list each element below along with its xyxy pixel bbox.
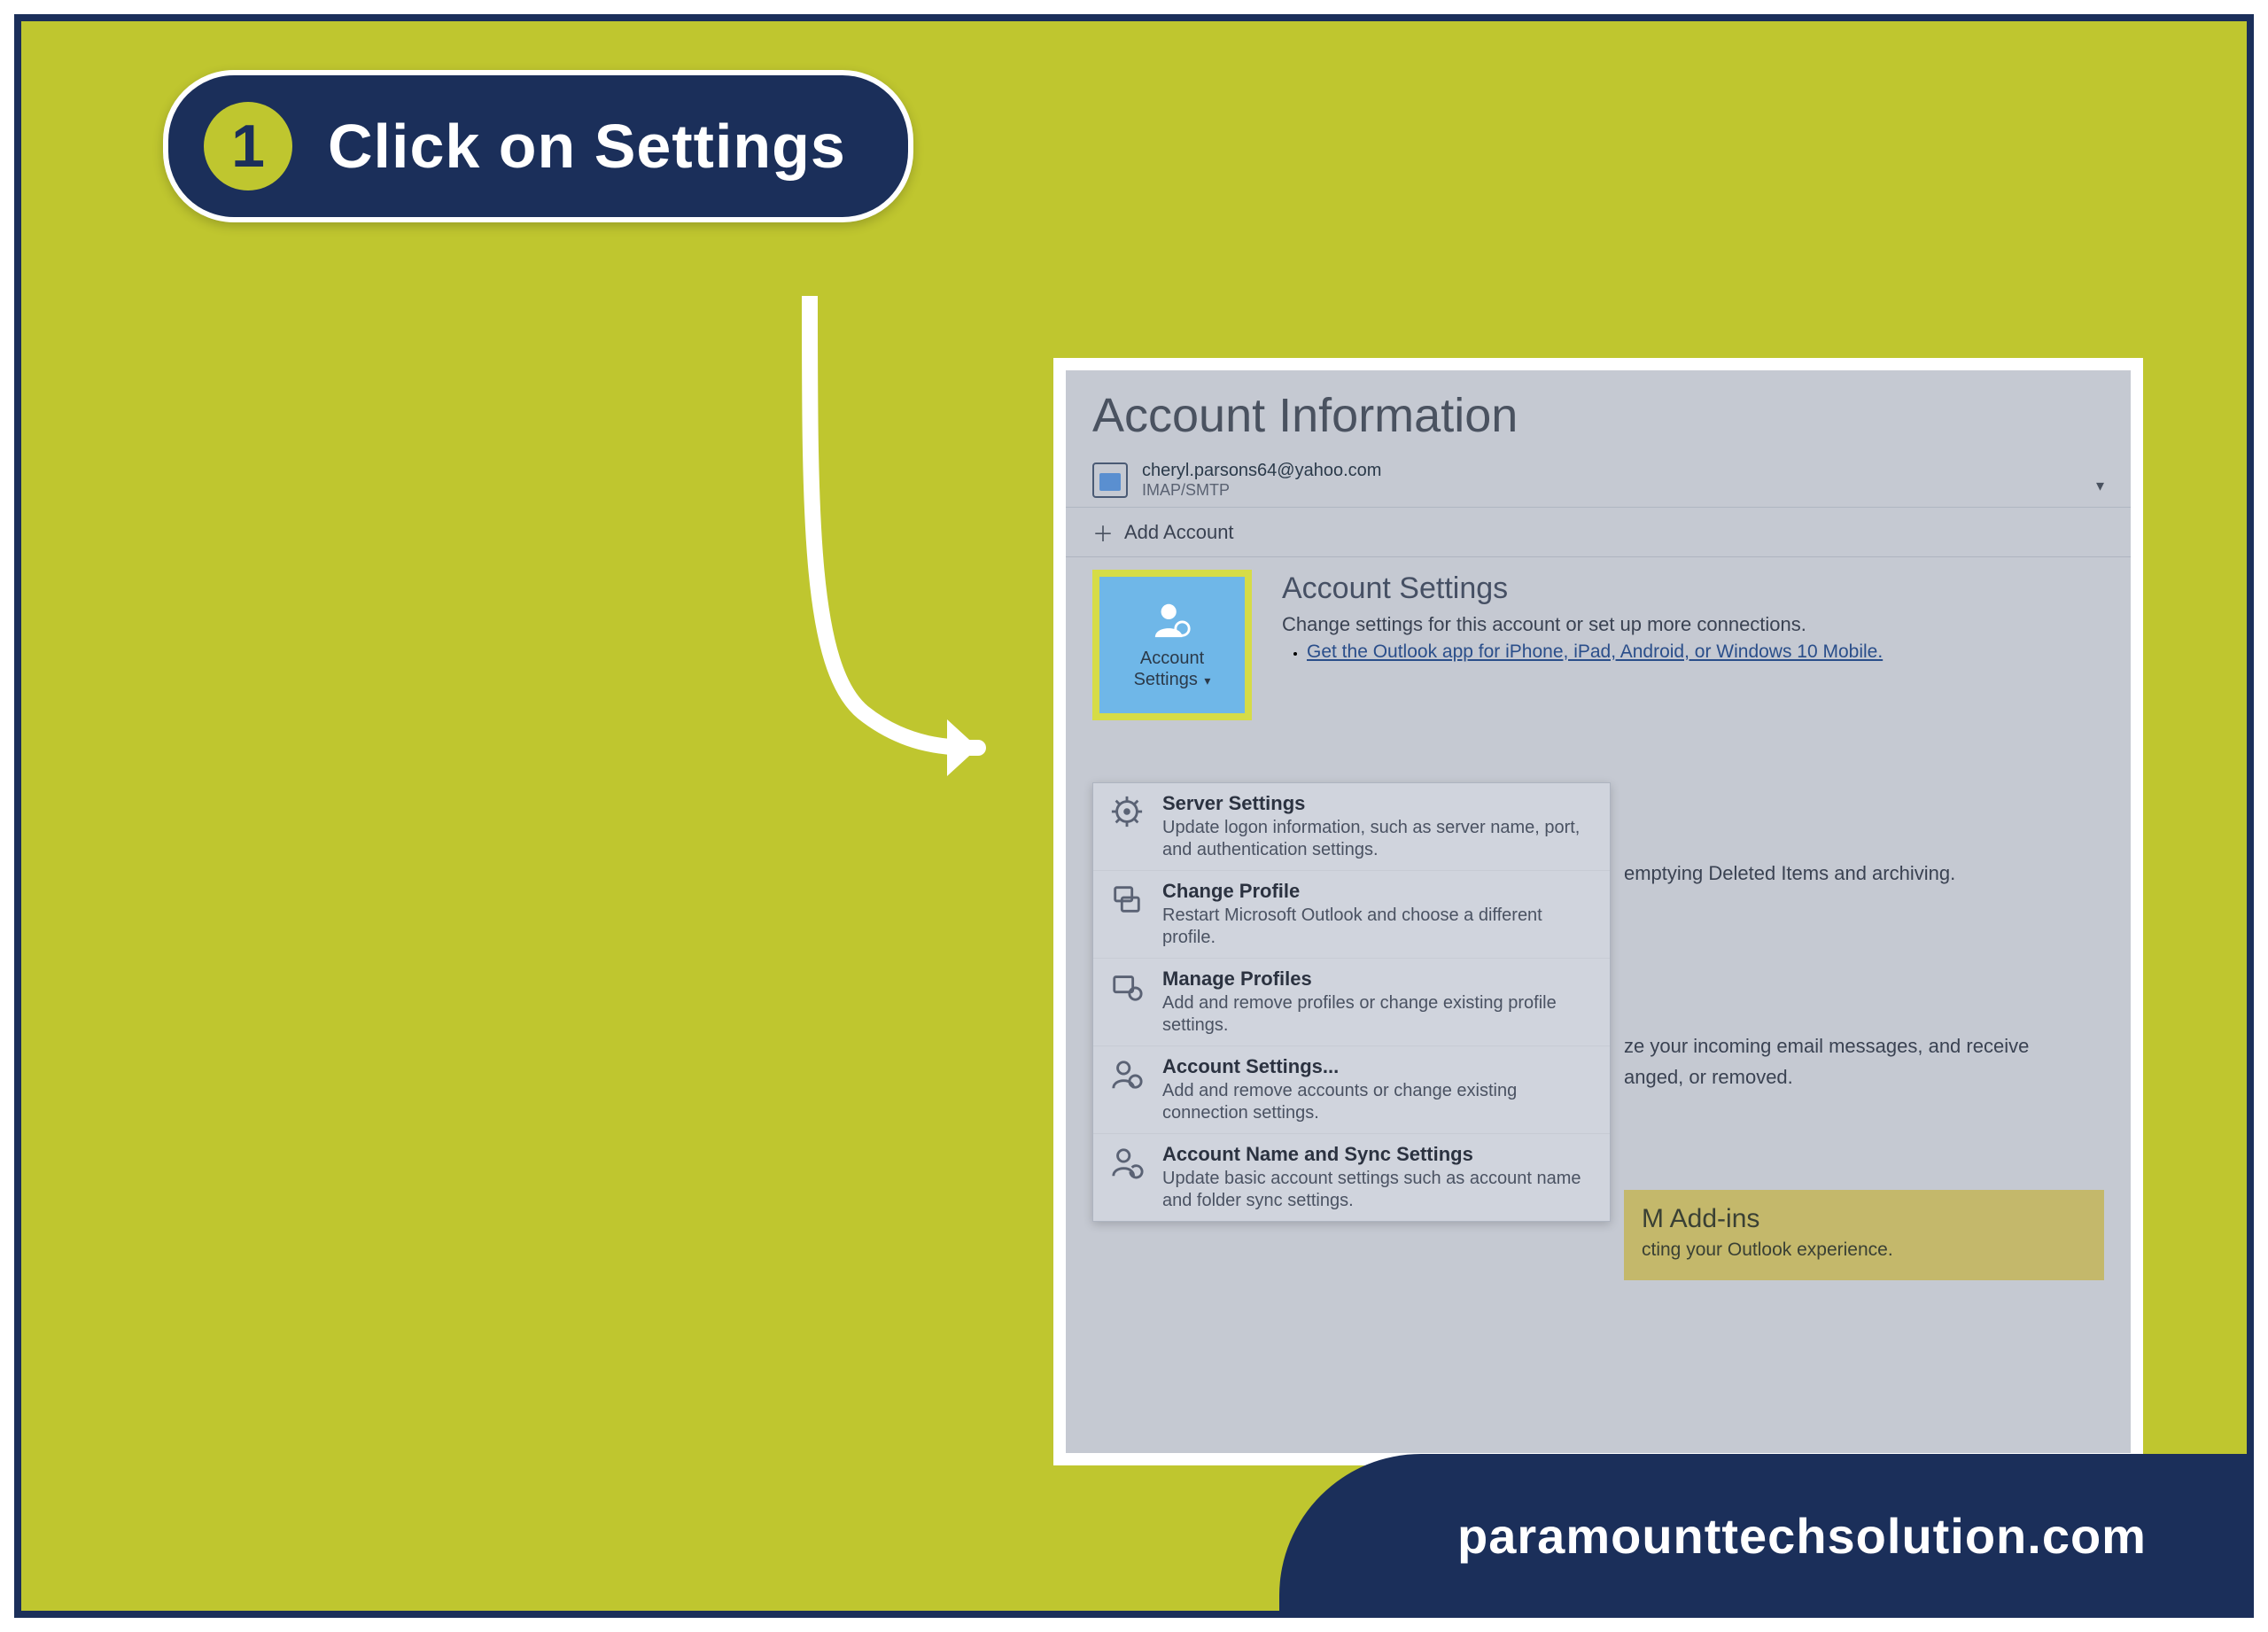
plus-icon: ＋ (1092, 517, 1114, 548)
profile-switch-icon (1107, 880, 1146, 919)
menu-item-title: Account Name and Sync Settings (1162, 1143, 1596, 1166)
step-title: Click on Settings (328, 111, 846, 182)
menu-item-desc: Add and remove accounts or change existi… (1162, 1080, 1596, 1124)
account-email: cheryl.parsons64@yahoo.com (1142, 461, 1381, 481)
person-gear-icon (1152, 600, 1192, 641)
menu-item-desc: Update basic account settings such as ac… (1162, 1168, 1596, 1212)
step-header: 1 Click on Settings (163, 70, 913, 222)
footer-url: paramounttechsolution.com (1457, 1507, 2147, 1565)
add-account-label: Add Account (1124, 521, 1234, 544)
get-outlook-app-link[interactable]: Get the Outlook app for iPhone, iPad, An… (1307, 641, 1883, 662)
person-sync-icon (1107, 1143, 1146, 1182)
section-description: Change settings for this account or set … (1282, 613, 2104, 636)
menu-item-desc: Restart Microsoft Outlook and choose a d… (1162, 905, 1596, 949)
menu-manage-profiles[interactable]: Manage Profiles Add and remove profiles … (1093, 958, 1610, 1045)
menu-item-title: Change Profile (1162, 880, 1596, 903)
mailbox-icon (1092, 462, 1128, 498)
background-text: ze your incoming email messages, and rec… (1624, 1035, 2104, 1058)
page-title: Account Information (1066, 370, 2131, 457)
menu-account-settings[interactable]: Account Settings... Add and remove accou… (1093, 1045, 1610, 1133)
menu-account-name-sync[interactable]: Account Name and Sync Settings Update ba… (1093, 1133, 1610, 1221)
gear-icon (1107, 792, 1146, 831)
menu-server-settings[interactable]: Server Settings Update logon information… (1093, 783, 1610, 870)
profile-gear-icon (1107, 968, 1146, 1006)
background-text: emptying Deleted Items and archiving. (1624, 862, 2104, 885)
addins-title: M Add-ins (1642, 1204, 2086, 1234)
addins-desc: cting your Outlook experience. (1642, 1240, 2086, 1261)
section-heading: Account Settings (1282, 571, 2104, 606)
menu-change-profile[interactable]: Change Profile Restart Microsoft Outlook… (1093, 870, 1610, 958)
account-settings-info: Account Settings Change settings for thi… (1282, 570, 2104, 720)
account-settings-dropdown: Server Settings Update logon information… (1092, 782, 1611, 1222)
chevron-down-icon: ▾ (1204, 673, 1210, 688)
menu-item-desc: Add and remove profiles or change existi… (1162, 992, 1596, 1037)
account-settings-button[interactable]: AccountSettings ▾ (1092, 570, 1252, 720)
step-number-badge: 1 (204, 102, 292, 190)
person-gear-icon (1107, 1055, 1146, 1094)
add-account-button[interactable]: ＋ Add Account (1066, 508, 2131, 557)
pointer-arrow-icon (774, 296, 1022, 828)
menu-item-title: Account Settings... (1162, 1055, 1596, 1078)
addins-panel: M Add-ins cting your Outlook experience. (1624, 1190, 2104, 1280)
menu-item-desc: Update logon information, such as server… (1162, 817, 1596, 861)
chevron-down-icon: ▾ (2096, 477, 2104, 495)
account-selector[interactable]: cheryl.parsons64@yahoo.com IMAP/SMTP ▾ (1066, 457, 2131, 508)
menu-item-title: Server Settings (1162, 792, 1596, 815)
background-text: anged, or removed. (1624, 1066, 2104, 1089)
menu-item-title: Manage Profiles (1162, 968, 1596, 991)
footer-watermark: paramounttechsolution.com (1279, 1454, 2254, 1618)
tutorial-frame: 1 Click on Settings Account Information … (14, 14, 2254, 1618)
account-type: IMAP/SMTP (1142, 481, 1381, 500)
account-settings-button-label: AccountSettings ▾ (1134, 648, 1211, 690)
screenshot-panel: Account Information cheryl.parsons64@yah… (1053, 358, 2143, 1465)
outlook-account-info: Account Information cheryl.parsons64@yah… (1066, 370, 2131, 1453)
